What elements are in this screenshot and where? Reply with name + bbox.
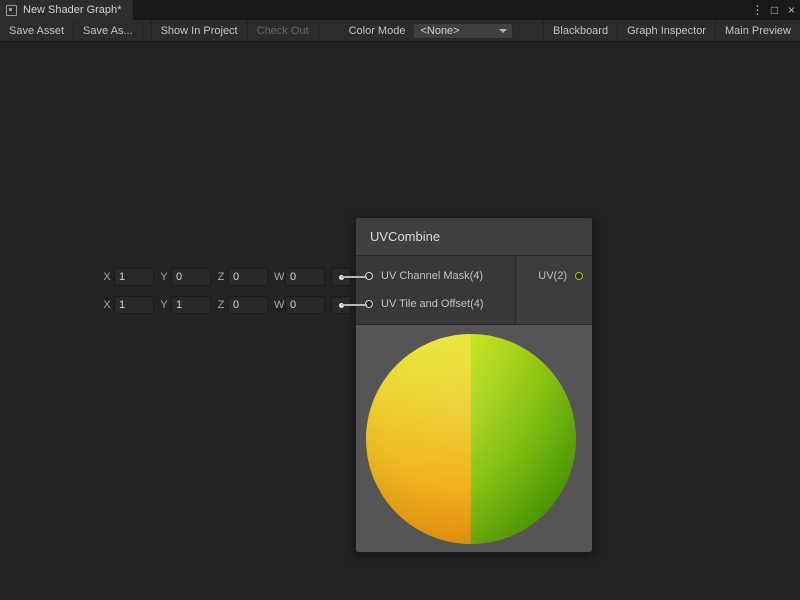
show-in-project-button[interactable]: Show In Project xyxy=(151,20,248,41)
y-field[interactable]: 1 xyxy=(171,296,211,314)
y-field-label: Y xyxy=(160,271,168,283)
input-row-uv-tile-offset: UV Tile and Offset(4) xyxy=(356,290,515,318)
input-port-uv-channel-mask[interactable] xyxy=(365,272,373,280)
output-port-uv[interactable] xyxy=(575,272,583,280)
blackboard-button[interactable]: Blackboard xyxy=(543,20,617,41)
uv-preview-sphere xyxy=(366,334,576,544)
w-field[interactable]: 0 xyxy=(285,268,325,286)
node-outputs: UV(2) xyxy=(515,256,592,324)
toolbar: Save Asset Save As... Show In Project Ch… xyxy=(0,20,800,42)
toolbar-spacer xyxy=(513,20,543,41)
graph-inspector-button[interactable]: Graph Inspector xyxy=(617,20,715,41)
graph-canvas[interactable]: UVCombine UV Channel Mask(4) UV Tile and… xyxy=(0,42,800,600)
connector-dot-icon xyxy=(339,303,344,308)
node-header[interactable]: UVCombine xyxy=(356,218,592,256)
input-port-label: UV Channel Mask(4) xyxy=(381,270,483,282)
node-title: UVCombine xyxy=(370,229,440,244)
vector-output-connector[interactable] xyxy=(331,296,351,314)
color-mode-label: Color Mode xyxy=(319,25,414,37)
output-row-uv: UV(2) xyxy=(516,262,592,290)
node-preview xyxy=(356,325,592,552)
w-value: 0 xyxy=(290,271,296,283)
chevron-down-icon xyxy=(499,29,507,33)
title-bar: New Shader Graph* ⋮ □ × xyxy=(0,0,800,20)
w-field-label: W xyxy=(274,271,282,283)
input-port-uv-tile-offset[interactable] xyxy=(365,300,373,308)
z-field-label: Z xyxy=(217,271,225,283)
x-field[interactable]: 1 xyxy=(114,268,154,286)
window-controls: ⋮ □ × xyxy=(749,0,800,20)
close-icon[interactable]: × xyxy=(783,0,800,20)
x-value: 1 xyxy=(119,271,125,283)
shader-graph-window: New Shader Graph* ⋮ □ × Save Asset Save … xyxy=(0,0,800,600)
vector-output-connector[interactable] xyxy=(331,268,351,286)
uv-preview-right-half xyxy=(471,334,576,544)
z-value: 0 xyxy=(233,299,239,311)
save-as-button[interactable]: Save As... xyxy=(74,20,143,41)
z-field-label: Z xyxy=(217,299,225,311)
maximize-icon[interactable]: □ xyxy=(766,0,783,20)
input-port-label: UV Tile and Offset(4) xyxy=(381,298,484,310)
w-field-label: W xyxy=(274,299,282,311)
main-preview-button[interactable]: Main Preview xyxy=(715,20,800,41)
tab-title: New Shader Graph* xyxy=(23,4,121,16)
x-field-label: X xyxy=(103,271,111,283)
node-inputs: UV Channel Mask(4) UV Tile and Offset(4) xyxy=(356,256,515,324)
w-field[interactable]: 0 xyxy=(285,296,325,314)
vector4-input-row-2: X 1 Y 1 Z 0 W 0 xyxy=(103,295,351,315)
z-field[interactable]: 0 xyxy=(228,268,268,286)
z-field[interactable]: 0 xyxy=(228,296,268,314)
node-uvcombine[interactable]: UVCombine UV Channel Mask(4) UV Tile and… xyxy=(355,217,593,553)
shader-graph-icon xyxy=(6,5,17,16)
y-value: 1 xyxy=(176,299,182,311)
z-value: 0 xyxy=(233,271,239,283)
y-field[interactable]: 0 xyxy=(171,268,211,286)
connector-dot-icon xyxy=(339,275,344,280)
x-value: 1 xyxy=(119,299,125,311)
w-value: 0 xyxy=(290,299,296,311)
tab-new-shader-graph[interactable]: New Shader Graph* xyxy=(0,0,133,20)
check-out-button: Check Out xyxy=(248,20,319,41)
x-field-label: X xyxy=(103,299,111,311)
x-field[interactable]: 1 xyxy=(114,296,154,314)
input-row-uv-channel-mask: UV Channel Mask(4) xyxy=(356,262,515,290)
output-port-label: UV(2) xyxy=(538,270,567,282)
uv-preview-left-half xyxy=(366,334,471,544)
node-body: UV Channel Mask(4) UV Tile and Offset(4)… xyxy=(356,256,592,325)
vector4-input-row-1: X 1 Y 0 Z 0 W 0 xyxy=(103,267,351,287)
color-mode-value: <None> xyxy=(420,25,459,37)
y-field-label: Y xyxy=(160,299,168,311)
save-asset-button[interactable]: Save Asset xyxy=(0,20,74,41)
y-value: 0 xyxy=(176,271,182,283)
window-menu-icon[interactable]: ⋮ xyxy=(749,0,766,20)
color-mode-dropdown[interactable]: <None> xyxy=(413,23,513,39)
